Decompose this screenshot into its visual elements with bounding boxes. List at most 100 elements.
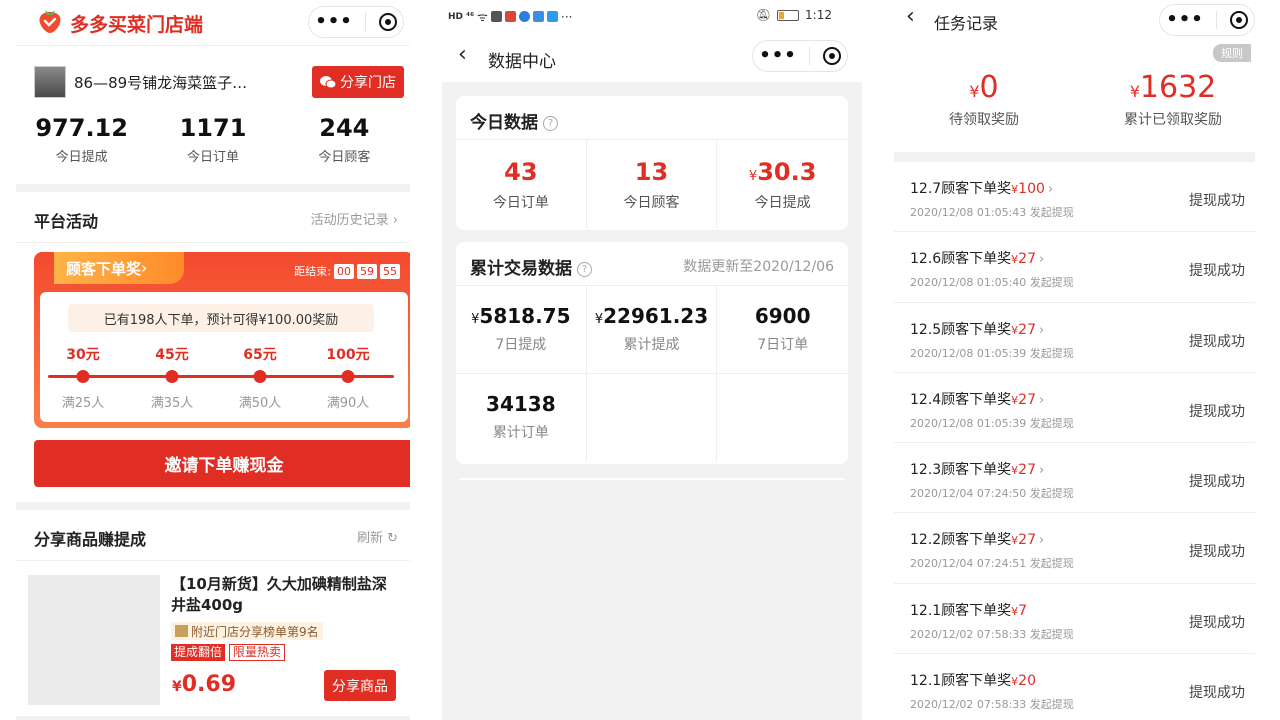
stat-label: 今日订单 (186, 150, 239, 165)
task-amount: ¥27 (1011, 322, 1036, 338)
task-row[interactable]: 12.1顾客下单奖¥20 2020/12/02 07:58:33 发起提现 提现… (894, 654, 1255, 720)
task-title: 12.1顾客下单奖¥7 (910, 600, 1027, 620)
pending-reward: ¥0 待领取奖励 (924, 70, 1044, 129)
close-program-icon[interactable] (1229, 11, 1248, 29)
product-image[interactable] (28, 575, 160, 705)
countdown-seconds: 55 (380, 263, 400, 279)
task-name: 12.2顾客下单奖 (910, 532, 1012, 549)
help-icon[interactable]: ? (543, 116, 558, 131)
refresh-button[interactable]: 刷新 ↻ (357, 527, 398, 546)
task-time: 2020/12/02 07:58:33 发起提现 (910, 698, 1074, 712)
app-notification-icon (547, 11, 558, 22)
card-header: 今日数据? (456, 96, 848, 140)
app-notification-icon (519, 11, 530, 22)
task-amount-value: 27 (1018, 321, 1036, 338)
task-time: 2020/12/02 07:58:33 发起提现 (910, 627, 1074, 641)
divider (16, 560, 410, 561)
share-product-button[interactable]: 分享商品 (324, 670, 396, 701)
chevron-right-icon: › (1039, 392, 1045, 408)
countdown-label: 距结束: (294, 265, 331, 278)
more-menu-icon[interactable]: ••• (315, 13, 353, 31)
more-menu-icon[interactable]: ••• (759, 47, 797, 65)
total-orders-cell: 34138 累计订单 (456, 374, 587, 462)
reward-value-number: 0 (979, 70, 999, 105)
currency-symbol: ¥ (969, 82, 980, 101)
currency-symbol: ¥ (594, 312, 604, 327)
status-right: 🔕︎ 1:12 (756, 8, 832, 22)
invite-order-button[interactable]: 邀请下单赚现金 (34, 440, 410, 487)
activity-history-link[interactable]: 活动历史记录 › (311, 209, 398, 228)
divider (16, 716, 410, 720)
promo-progress-box: 已有198人下单，预计可得¥100.00奖励 30元 45元 65元 100元 … (40, 292, 408, 422)
status-time: 1:12 (805, 8, 832, 22)
nav-bar: ‹ 任务记录 ••• (894, 0, 1255, 40)
wechat-icon (320, 76, 336, 89)
help-icon[interactable]: ? (577, 262, 592, 277)
shop-row: 86—89号铺龙海菜篮子… 分享门店 (34, 62, 404, 102)
app-notification-icon (533, 11, 544, 22)
mini-program-capsule: ••• (1159, 4, 1255, 36)
rank-label: 附近门店分享榜单第9名 (191, 624, 319, 639)
back-arrow-icon[interactable]: ‹ (906, 4, 915, 29)
reward-label: 待领取奖励 (949, 112, 1019, 128)
task-name: 12.6顾客下单奖 (910, 251, 1012, 268)
cell-label: 7日提成 (495, 337, 547, 353)
task-row[interactable]: 12.2顾客下单奖¥27 › 2020/12/04 07:24:51 发起提现 提… (894, 513, 1255, 584)
cell-value: 34138 (486, 392, 556, 416)
stat-commission: 977.12 今日提成 (16, 114, 147, 174)
task-amount-value: 100 (1018, 181, 1045, 197)
tier-amount: 65元 (243, 347, 277, 363)
back-arrow-icon[interactable]: ‹ (458, 42, 467, 67)
today-stats: 977.12 今日提成 1171 今日订单 244 今日顾客 (16, 114, 410, 174)
rules-button[interactable]: 规则 (1213, 44, 1251, 62)
chevron-right-icon: › (1039, 252, 1045, 268)
countdown-minutes: 59 (357, 263, 377, 279)
more-menu-icon[interactable]: ••• (1166, 11, 1204, 29)
rank-badge: 附近门店分享榜单第9名 (171, 622, 323, 640)
task-title: 12.7顾客下单奖¥100 › (910, 178, 1053, 198)
cell-value-number: 22961.23 (603, 304, 709, 328)
task-status: 提现成功 (1189, 333, 1245, 350)
task-time: 2020/12/08 01:05:40 发起提现 (910, 276, 1074, 290)
task-row[interactable]: 12.7顾客下单奖¥100 › 2020/12/08 01:05:43 发起提现 … (894, 162, 1255, 233)
cell-value: ¥5818.75 (456, 304, 586, 328)
customer-order-promo-card: 顾客下单奖 › 距结束: 00 59 55 已有198人下单，预计可得¥100.0… (34, 252, 410, 428)
task-amount: ¥27 (1011, 251, 1036, 267)
card-title-text: 今日数据 (470, 113, 538, 133)
stat-value: 244 (319, 114, 370, 142)
share-shop-button[interactable]: 分享门店 (312, 66, 404, 98)
product-title[interactable]: 【10月新货】久大加碘精制盐深井盐400g (171, 574, 401, 616)
share-section-title: 分享商品赚提成 (34, 530, 147, 549)
tier-condition: 满50人 (238, 396, 282, 411)
task-row[interactable]: 12.5顾客下单奖¥27 › 2020/12/08 01:05:39 发起提现 提… (894, 303, 1255, 373)
task-name: 12.7顾客下单奖 (910, 181, 1012, 197)
app-notification-icon (491, 11, 502, 22)
task-amount-value: 27 (1018, 251, 1036, 268)
task-status: 提现成功 (1189, 614, 1245, 631)
close-program-icon[interactable] (378, 13, 397, 31)
task-title: 12.3顾客下单奖¥27 › (910, 459, 1044, 479)
close-program-icon[interactable] (822, 47, 841, 65)
task-row[interactable]: 12.6顾客下单奖¥27 › 2020/12/08 01:05:40 发起提现 提… (894, 232, 1255, 303)
divider (16, 502, 410, 510)
task-row[interactable]: 12.4顾客下单奖¥27 › 2020/12/08 01:05:39 发起提现 提… (894, 373, 1255, 444)
promo-tag[interactable]: 顾客下单奖 › (54, 252, 184, 284)
task-status: 提现成功 (1189, 474, 1245, 491)
task-row[interactable]: 12.1顾客下单奖¥7 2020/12/02 07:58:33 发起提现 提现成… (894, 584, 1255, 655)
tag-double-commission: 提成翻倍 (171, 644, 226, 661)
seven-day-commission-cell: ¥5818.75 7日提成 (456, 286, 587, 374)
today-orders-cell: 43 今日订单 (456, 140, 587, 228)
divider (460, 478, 844, 480)
task-amount: ¥20 (1011, 673, 1036, 689)
countdown-hours: 00 (334, 263, 354, 279)
cumulative-data-card: 累计交易数据? 数据更新至2020/12/06 ¥5818.75 7日提成 ¥22… (456, 242, 848, 464)
tier-dot (341, 370, 355, 383)
signal-indicator: HD ⁴⁶ (448, 11, 475, 22)
cell-label: 今日提成 (754, 195, 811, 211)
task-row[interactable]: 12.3顾客下单奖¥27 › 2020/12/04 07:24:50 发起提现 提… (894, 443, 1255, 514)
tier-dot (165, 370, 179, 383)
product-price: ¥0.69 (172, 672, 236, 697)
tag-limited-hot: 限量热卖 (229, 644, 286, 661)
stat-customers: 244 今日顾客 (279, 114, 410, 174)
strawberry-logo-icon (39, 10, 61, 33)
